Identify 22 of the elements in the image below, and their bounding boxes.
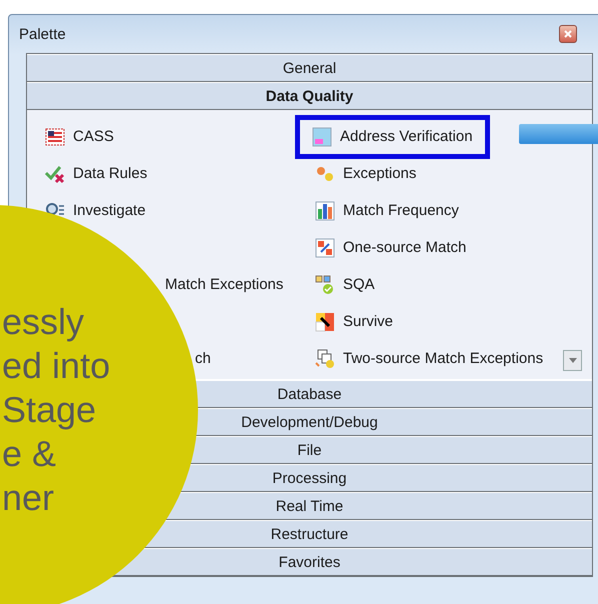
flag-icon xyxy=(45,126,65,146)
palette-item[interactable]: Survive xyxy=(309,306,400,337)
close-icon xyxy=(563,29,573,39)
check-cross-icon xyxy=(45,164,65,184)
category-header[interactable]: Data Quality xyxy=(27,82,592,110)
callout-text: essly xyxy=(2,300,86,344)
bar-chart-icon xyxy=(315,200,335,220)
palette-item[interactable]: Two-source Match Exceptions xyxy=(309,343,550,374)
palette-item[interactable]: CASS xyxy=(39,121,120,152)
palette-item[interactable]: Exceptions xyxy=(309,158,422,189)
close-button[interactable] xyxy=(559,25,577,43)
palette-item[interactable]: One-source Match xyxy=(309,232,472,263)
window-title: Palette xyxy=(19,26,66,42)
palette-item[interactable]: Address Verification xyxy=(306,121,479,152)
copy-check-icon xyxy=(315,348,335,368)
dropdown-button[interactable] xyxy=(563,350,582,371)
category-header[interactable]: General xyxy=(27,54,592,82)
caret-icon xyxy=(568,358,576,363)
palette-item[interactable]: SQA xyxy=(309,269,381,300)
check-grid-icon xyxy=(315,274,335,294)
palette-item[interactable]: Match Frequency xyxy=(309,195,465,226)
palette-item[interactable]: Data Rules xyxy=(39,158,154,189)
